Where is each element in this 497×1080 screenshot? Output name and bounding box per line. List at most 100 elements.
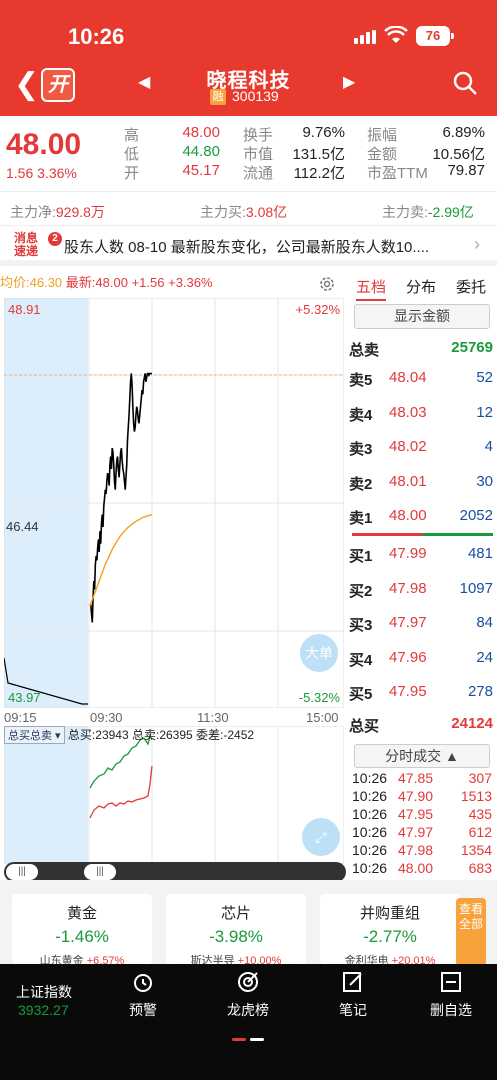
tick-deals-button[interactable]: 分时成交 ▲ [354, 744, 490, 768]
level-label: 卖5 [349, 372, 373, 389]
notes-button[interactable]: 笔记 [308, 970, 398, 1020]
level-label: 卖3 [349, 441, 373, 459]
stat-value: 131.5亿 [292, 146, 345, 163]
tick-row: 10:26 47.95 435 [352, 806, 492, 824]
avg-price-series-line [89, 513, 153, 607]
tick-time: 10:26 [352, 860, 388, 876]
chart-scrollbar[interactable]: ||| ||| [4, 862, 346, 882]
level-volume: 24 [476, 648, 493, 666]
tick-row: 10:26 48.00 683 [352, 860, 492, 878]
avg-price: 均价:46.30 [0, 275, 63, 290]
gear-icon[interactable] [318, 275, 336, 293]
main-sell: 主力卖:-2.99亿 [382, 204, 474, 220]
total-sell-line [89, 765, 153, 819]
tick-time: 10:26 [352, 806, 388, 822]
level-volume: 2052 [459, 507, 493, 525]
level-price: 47.97 [389, 614, 427, 632]
stock-nav-bar: ❮ 开 ◀ 晓程科技 融 300139 ▶ [0, 60, 497, 116]
dragon-tiger-button[interactable]: 龙虎榜 [203, 970, 293, 1020]
big-order-button[interactable]: 大单 [300, 634, 338, 672]
tick-volume: 612 [468, 824, 492, 840]
level-volume: 1097 [459, 579, 493, 597]
next-stock-icon[interactable]: ▶ [343, 72, 355, 92]
sell-level-row[interactable]: 卖3 48.02 4 [348, 435, 493, 459]
tab-orders[interactable]: 委托 [456, 276, 486, 297]
level-volume: 278 [467, 683, 493, 701]
time-axis: 09:15 09:30 11:30 15:00 [0, 708, 348, 726]
margin-badge: 融 [210, 89, 226, 106]
time-label: 11:30 [197, 710, 229, 725]
intraday-chart-panel: 均价:46.30 最新:48.00 +1.56 +3.36% 48.91 46.4… [0, 272, 348, 882]
alert-button[interactable]: 预警 [98, 970, 188, 1020]
tick-volume: 683 [468, 860, 492, 876]
level-label: 买5 [349, 686, 373, 704]
sector-name: 黄金 [66, 905, 97, 922]
buy-sell-chart[interactable] [4, 726, 344, 864]
level-label: 卖1 [349, 510, 373, 528]
sell-level-row[interactable]: 卖5 48.04 52 [348, 366, 493, 390]
stat-label: 高 [124, 127, 140, 144]
buy-level-row[interactable]: 买3 47.97 84 [348, 611, 493, 635]
tick-price: 47.97 [398, 824, 434, 840]
buy-level-row[interactable]: 买4 47.96 24 [348, 646, 493, 670]
level-label: 买4 [349, 651, 373, 669]
index-name[interactable]: 上证指数 [16, 982, 72, 1002]
level-volume: 52 [476, 369, 493, 386]
sell-level-row[interactable]: 卖2 48.01 30 [348, 470, 493, 494]
scroll-handle-right[interactable]: ||| [84, 864, 116, 880]
time-label: 09:15 [4, 710, 37, 725]
level-volume: 84 [476, 614, 493, 632]
buy-level-row[interactable]: 买5 47.95 278 [348, 680, 493, 704]
total-buy-row: 总买 24124 [349, 715, 493, 735]
page-indicator [232, 1038, 266, 1042]
tick-row: 10:26 47.90 1513 [352, 788, 492, 806]
level-price: 48.04 [389, 369, 427, 386]
sector-card[interactable]: 黄金 -1.46% 山东黄金 +6.57% [12, 894, 152, 967]
tab-five-levels[interactable]: 五档 [356, 276, 387, 301]
chevron-right-icon: › [474, 234, 480, 254]
price-chart[interactable]: 48.91 46.44 43.97 +5.32% -5.32% [4, 298, 344, 708]
level-price: 48.02 [389, 438, 427, 456]
sell-level-row[interactable]: 卖1 48.00 2052 [348, 504, 493, 528]
quote-panel: 48.00 1.56 3.36% 高 48.00 低 44.80 开 45.17 换手 9.7… [0, 116, 497, 192]
sector-card[interactable]: 芯片 -3.98% 斯达半导 +10.00% [166, 894, 306, 967]
tick-row: 10:26 47.98 1354 [352, 842, 492, 860]
minus-box-icon [441, 972, 461, 992]
show-amount-button[interactable]: 显示金额 [354, 304, 490, 329]
pre-market-shade [4, 726, 88, 864]
indicator-select[interactable]: 总买总卖 ▾ [4, 726, 65, 744]
remove-watchlist-button[interactable]: 删自选 [406, 970, 496, 1020]
tick-price: 47.85 [398, 770, 434, 786]
buy-level-row[interactable]: 买2 47.98 1097 [348, 577, 493, 601]
stat-value: 44.80 [182, 143, 220, 160]
stock-code: 300139 [232, 88, 279, 104]
tick-volume: 1354 [460, 842, 492, 858]
news-ticker[interactable]: 消息 速递 2 股东人数 08-10 最新股东变化，公司最新股东人数10.... … [0, 226, 497, 266]
net-flow: 主力净:929.8万 [10, 204, 105, 220]
tick-time: 10:26 [352, 770, 388, 786]
level-volume: 30 [476, 472, 493, 490]
battery-icon: 76 [416, 26, 454, 46]
wifi-icon [384, 26, 408, 43]
expand-icon[interactable]: ⤢ [302, 818, 340, 856]
tab-distribution[interactable]: 分布 [406, 276, 436, 297]
sell-level-row[interactable]: 卖4 48.03 12 [348, 401, 493, 425]
buy-level-row[interactable]: 买1 47.99 481 [348, 542, 493, 566]
view-all-button[interactable]: 查看全部 [456, 898, 486, 966]
sector-card[interactable]: 并购重组 -2.77% 金利华电 +20.01% [320, 894, 460, 967]
buy-sell-header: 总买总卖 ▾ 总买:23943 总卖:26395 委差:-2452 [4, 726, 344, 744]
index-value: 3932.27 [18, 1002, 69, 1018]
capital-flow-bar: 主力净:929.8万 主力买:3.08亿 主力卖:-2.99亿 [0, 194, 497, 226]
level-label: 卖4 [349, 406, 373, 424]
scroll-handle-left[interactable]: ||| [6, 864, 38, 880]
search-icon[interactable] [452, 70, 478, 96]
total-sell-row: 总卖 25769 [349, 339, 493, 359]
tick-volume: 307 [468, 770, 492, 786]
pct-bottom-label: -5.32% [299, 690, 341, 705]
stat-label: 振幅 [367, 127, 398, 144]
stat-label: 流通 [243, 165, 274, 182]
last-price: 最新:48.00 +1.56 +3.36% [65, 275, 213, 290]
sector-name: 并购重组 [359, 905, 420, 922]
level-volume: 4 [484, 438, 493, 456]
stat-value: 6.89% [442, 124, 485, 141]
